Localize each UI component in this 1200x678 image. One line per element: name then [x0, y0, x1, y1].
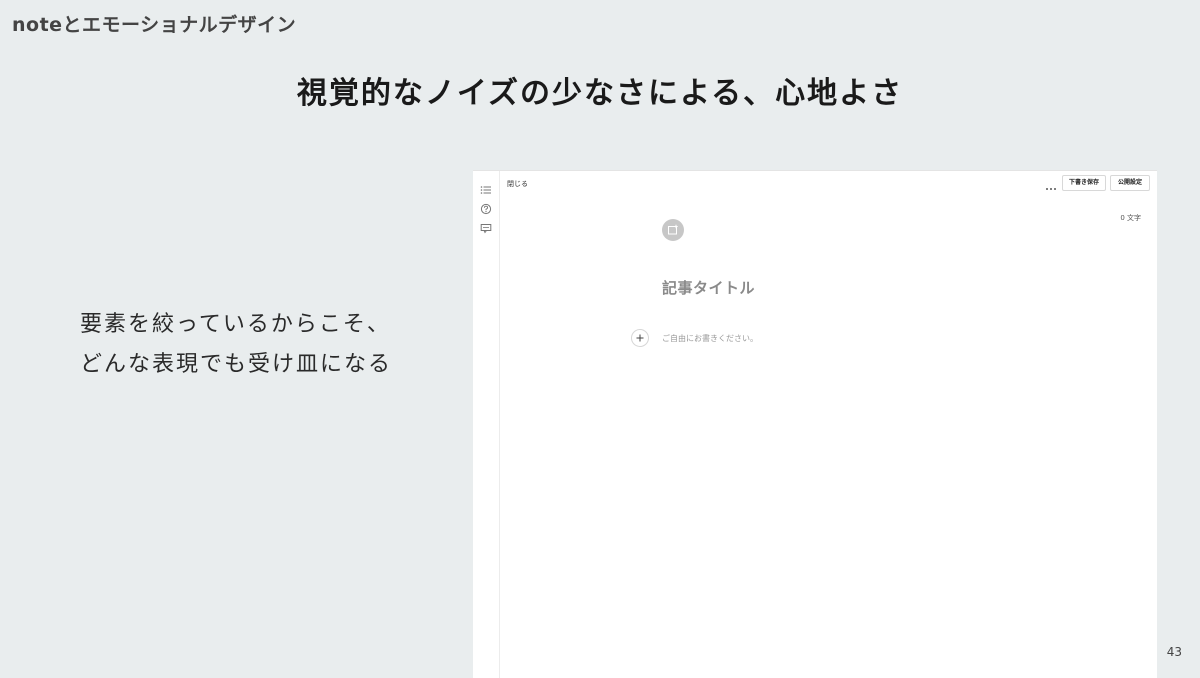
slide-body: 要素を絞っているからこそ、 どんな表現でも受け皿になる: [80, 305, 392, 385]
add-block-button[interactable]: [631, 329, 649, 347]
body-line: どんな表現でも受け皿になる: [80, 352, 393, 377]
body-input[interactable]: ご自由にお書きください。: [662, 333, 758, 344]
editor-screenshot: 閉じる 下書き保存 公開設定 0 文字 記事タイトル ご自由にお書きください。: [473, 170, 1157, 678]
list-icon[interactable]: [480, 181, 492, 194]
title-input[interactable]: 記事タイトル: [662, 277, 755, 298]
close-link[interactable]: 閉じる: [507, 179, 528, 189]
page-number: 43: [1166, 645, 1182, 659]
editor-sidebar: [473, 171, 500, 678]
plus-icon: [636, 334, 644, 342]
publish-settings-button[interactable]: 公開設定: [1110, 175, 1150, 191]
slide-title: 視覚的なノイズの少なさによる、心地よさ: [296, 76, 904, 111]
image-add-icon: [668, 224, 678, 235]
comment-icon[interactable]: [480, 219, 492, 234]
save-draft-button[interactable]: 下書き保存: [1062, 175, 1106, 191]
help-icon[interactable]: [480, 200, 492, 215]
slide-header: noteとエモーショナルデザイン: [12, 14, 297, 36]
ellipsis-icon[interactable]: [1045, 177, 1057, 190]
char-count: 0 文字: [1120, 214, 1141, 222]
body-line: 要素を絞っているからこそ、: [80, 312, 391, 337]
add-image-button[interactable]: [662, 219, 684, 241]
